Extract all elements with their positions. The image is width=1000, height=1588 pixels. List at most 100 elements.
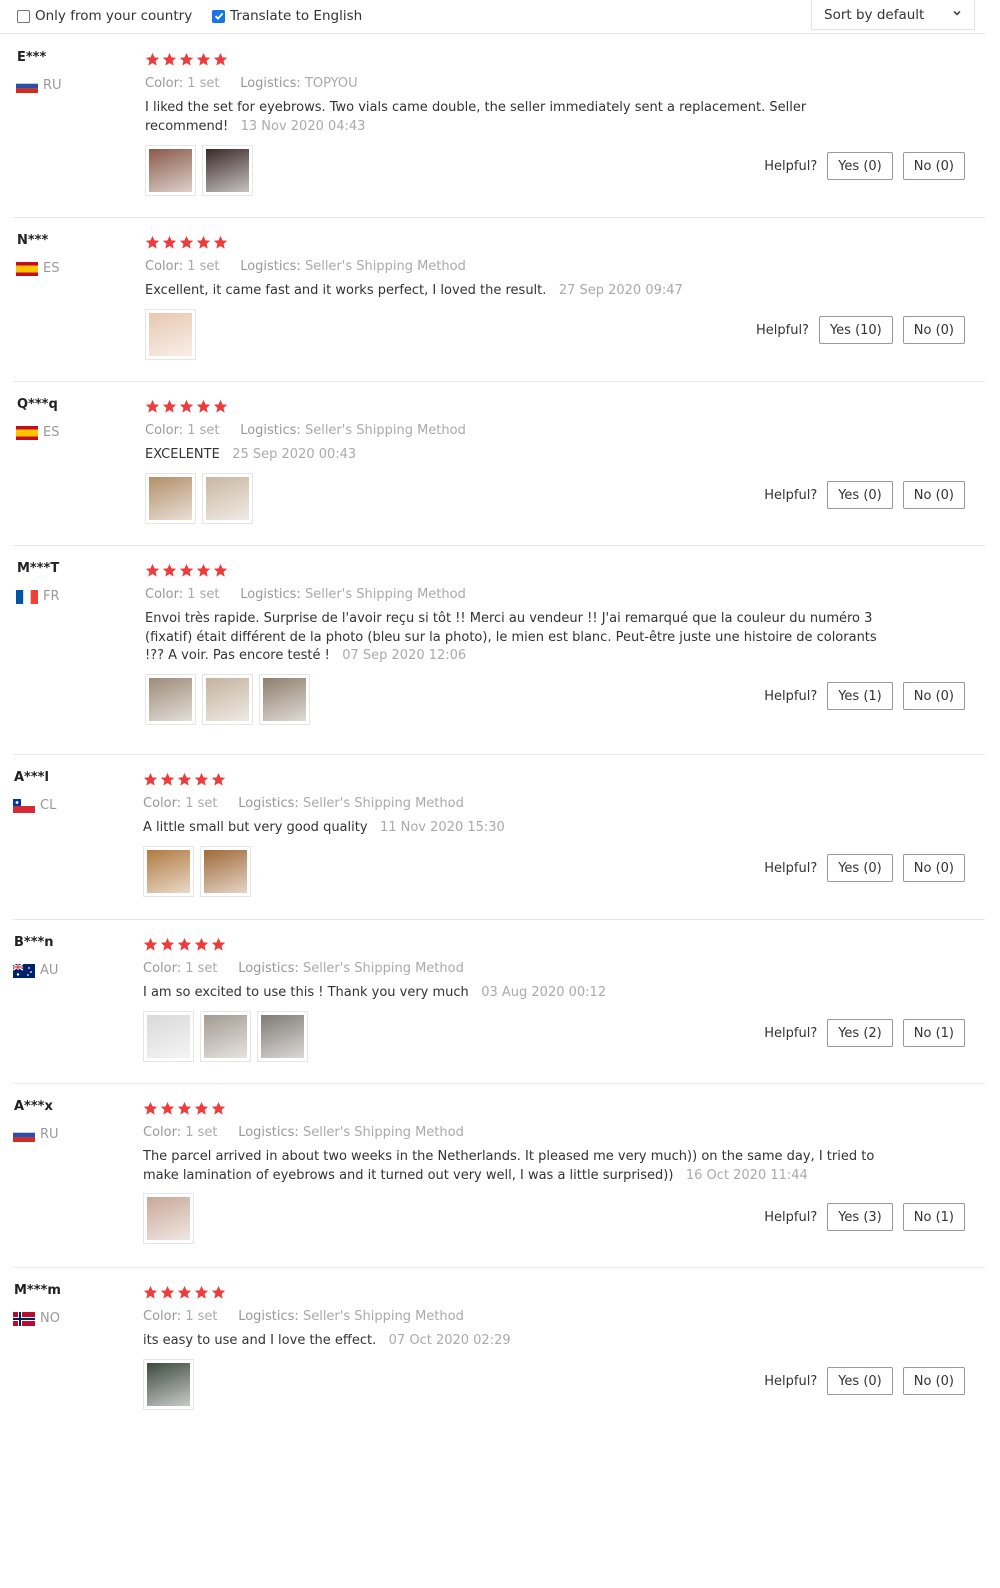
- reviewer-name: B***n: [14, 935, 54, 950]
- star-icon: [162, 563, 177, 582]
- star-icon: [145, 235, 160, 254]
- helpful-label: Helpful?: [764, 158, 818, 174]
- review-photo-thumbnail[interactable]: [143, 1359, 194, 1410]
- review-photo-thumbnail[interactable]: [145, 145, 196, 196]
- flag-ru-icon: [16, 78, 38, 93]
- helpful-no-button[interactable]: No (1): [902, 1203, 965, 1231]
- review-text: The parcel arrived in about two weeks in…: [143, 1148, 878, 1185]
- review-photos: [145, 473, 253, 524]
- checkbox-checked-icon[interactable]: [212, 9, 225, 23]
- review-photo-thumbnail[interactable]: [145, 309, 196, 360]
- review-photo-thumbnail[interactable]: [257, 1011, 308, 1062]
- review-body: A little small but very good quality: [143, 820, 368, 835]
- helpful-yes-button[interactable]: Yes (2): [827, 1019, 893, 1047]
- review-photo-thumbnail[interactable]: [143, 1011, 194, 1062]
- helpful-no-button[interactable]: No (1): [902, 1019, 965, 1047]
- review-photos: [145, 145, 253, 196]
- star-icon: [213, 399, 228, 418]
- helpful-yes-button[interactable]: Yes (0): [827, 481, 893, 509]
- helpful-yes-button[interactable]: Yes (10): [818, 316, 893, 344]
- review-photo-thumbnail[interactable]: [259, 674, 310, 725]
- review-photos: [145, 309, 196, 360]
- review-photo-thumbnail[interactable]: [202, 145, 253, 196]
- translate-checkbox[interactable]: Translate to English: [212, 8, 362, 24]
- review-photo-thumbnail[interactable]: [145, 473, 196, 524]
- review-photo-thumbnail[interactable]: [200, 846, 251, 897]
- flag-ru-icon: [13, 1127, 35, 1142]
- review-photos: [143, 1359, 194, 1410]
- review-photo-thumbnail[interactable]: [143, 1193, 194, 1244]
- star-rating: [145, 52, 228, 71]
- flag-cl-icon: [13, 798, 35, 813]
- helpful-yes-button[interactable]: Yes (0): [827, 854, 893, 882]
- helpful-no-button[interactable]: No (0): [902, 316, 965, 344]
- color-value: 1 set: [185, 796, 218, 811]
- helpful-yes-button[interactable]: Yes (0): [827, 1367, 893, 1395]
- helpful-votes: Helpful? Yes (2) No (1): [764, 1019, 965, 1047]
- star-icon: [211, 772, 226, 791]
- review-date: 11 Nov 2020 15:30: [379, 820, 505, 835]
- helpful-label: Helpful?: [764, 487, 818, 503]
- reviewer-country: RU: [16, 78, 62, 93]
- sort-dropdown[interactable]: Sort by default: [811, 0, 975, 30]
- review-date: 25 Sep 2020 00:43: [232, 447, 357, 462]
- star-rating: [143, 1101, 226, 1120]
- review-photo-thumbnail[interactable]: [202, 674, 253, 725]
- color-value: 1 set: [187, 259, 220, 274]
- logistics-label: Logistics:: [238, 1125, 299, 1140]
- star-rating: [145, 235, 228, 254]
- helpful-yes-button[interactable]: Yes (0): [827, 152, 893, 180]
- star-rating: [143, 937, 226, 956]
- flag-au-icon: [12, 962, 35, 978]
- only-country-checkbox[interactable]: Only from your country: [17, 8, 192, 24]
- flag-no-icon: [13, 1311, 35, 1326]
- chevron-down-icon: [953, 10, 961, 16]
- helpful-yes-button[interactable]: Yes (3): [827, 1203, 893, 1231]
- star-icon: [179, 563, 194, 582]
- helpful-no-button[interactable]: No (0): [902, 152, 965, 180]
- reviewer-name: M***T: [17, 561, 60, 576]
- star-icon: [143, 937, 158, 956]
- review-photo-thumbnail[interactable]: [202, 473, 253, 524]
- star-icon: [194, 1285, 209, 1304]
- review-photo-thumbnail[interactable]: [143, 846, 194, 897]
- helpful-no-button[interactable]: No (0): [902, 682, 965, 710]
- star-icon: [196, 399, 211, 418]
- helpful-no-button[interactable]: No (0): [902, 1367, 965, 1395]
- review-photo-thumbnail[interactable]: [200, 1011, 251, 1062]
- helpful-label: Helpful?: [764, 1373, 818, 1389]
- helpful-no-button[interactable]: No (0): [902, 854, 965, 882]
- color-value: 1 set: [187, 423, 220, 438]
- reviewer-name: N***: [17, 233, 49, 248]
- star-icon: [179, 52, 194, 71]
- review-body: I am so excited to use this ! Thank you …: [143, 985, 469, 1000]
- filter-bar: Only from your country Translate to Engl…: [0, 0, 985, 34]
- helpful-votes: Helpful? Yes (0) No (0): [764, 854, 965, 882]
- review-photo-thumbnail[interactable]: [145, 674, 196, 725]
- checkbox-unchecked-icon[interactable]: [17, 9, 30, 23]
- color-label: Color:: [143, 1309, 182, 1324]
- country-code: RU: [43, 78, 62, 93]
- color-value: 1 set: [187, 587, 220, 602]
- review-photos: [145, 674, 310, 725]
- logistics-label: Logistics:: [240, 259, 301, 274]
- review-body: EXCELENTE: [145, 447, 220, 462]
- flag-es-icon: [16, 425, 38, 440]
- country-code: FR: [43, 589, 60, 604]
- only-country-label: Only from your country: [35, 8, 193, 24]
- star-icon: [145, 563, 160, 582]
- helpful-no-button[interactable]: No (0): [902, 481, 965, 509]
- star-icon: [177, 1285, 192, 1304]
- review-divider: [13, 381, 985, 382]
- star-rating: [143, 772, 226, 791]
- logistics-label: Logistics:: [240, 587, 301, 602]
- star-icon: [213, 563, 228, 582]
- review-date: 07 Oct 2020 02:29: [388, 1333, 511, 1348]
- reviewer-name: E***: [17, 50, 47, 65]
- reviewer-country: RU: [13, 1127, 59, 1142]
- color-label: Color:: [143, 1125, 182, 1140]
- star-icon: [194, 937, 209, 956]
- helpful-yes-button[interactable]: Yes (1): [827, 682, 893, 710]
- star-icon: [145, 52, 160, 71]
- reviewer-name: Q***q: [17, 397, 58, 412]
